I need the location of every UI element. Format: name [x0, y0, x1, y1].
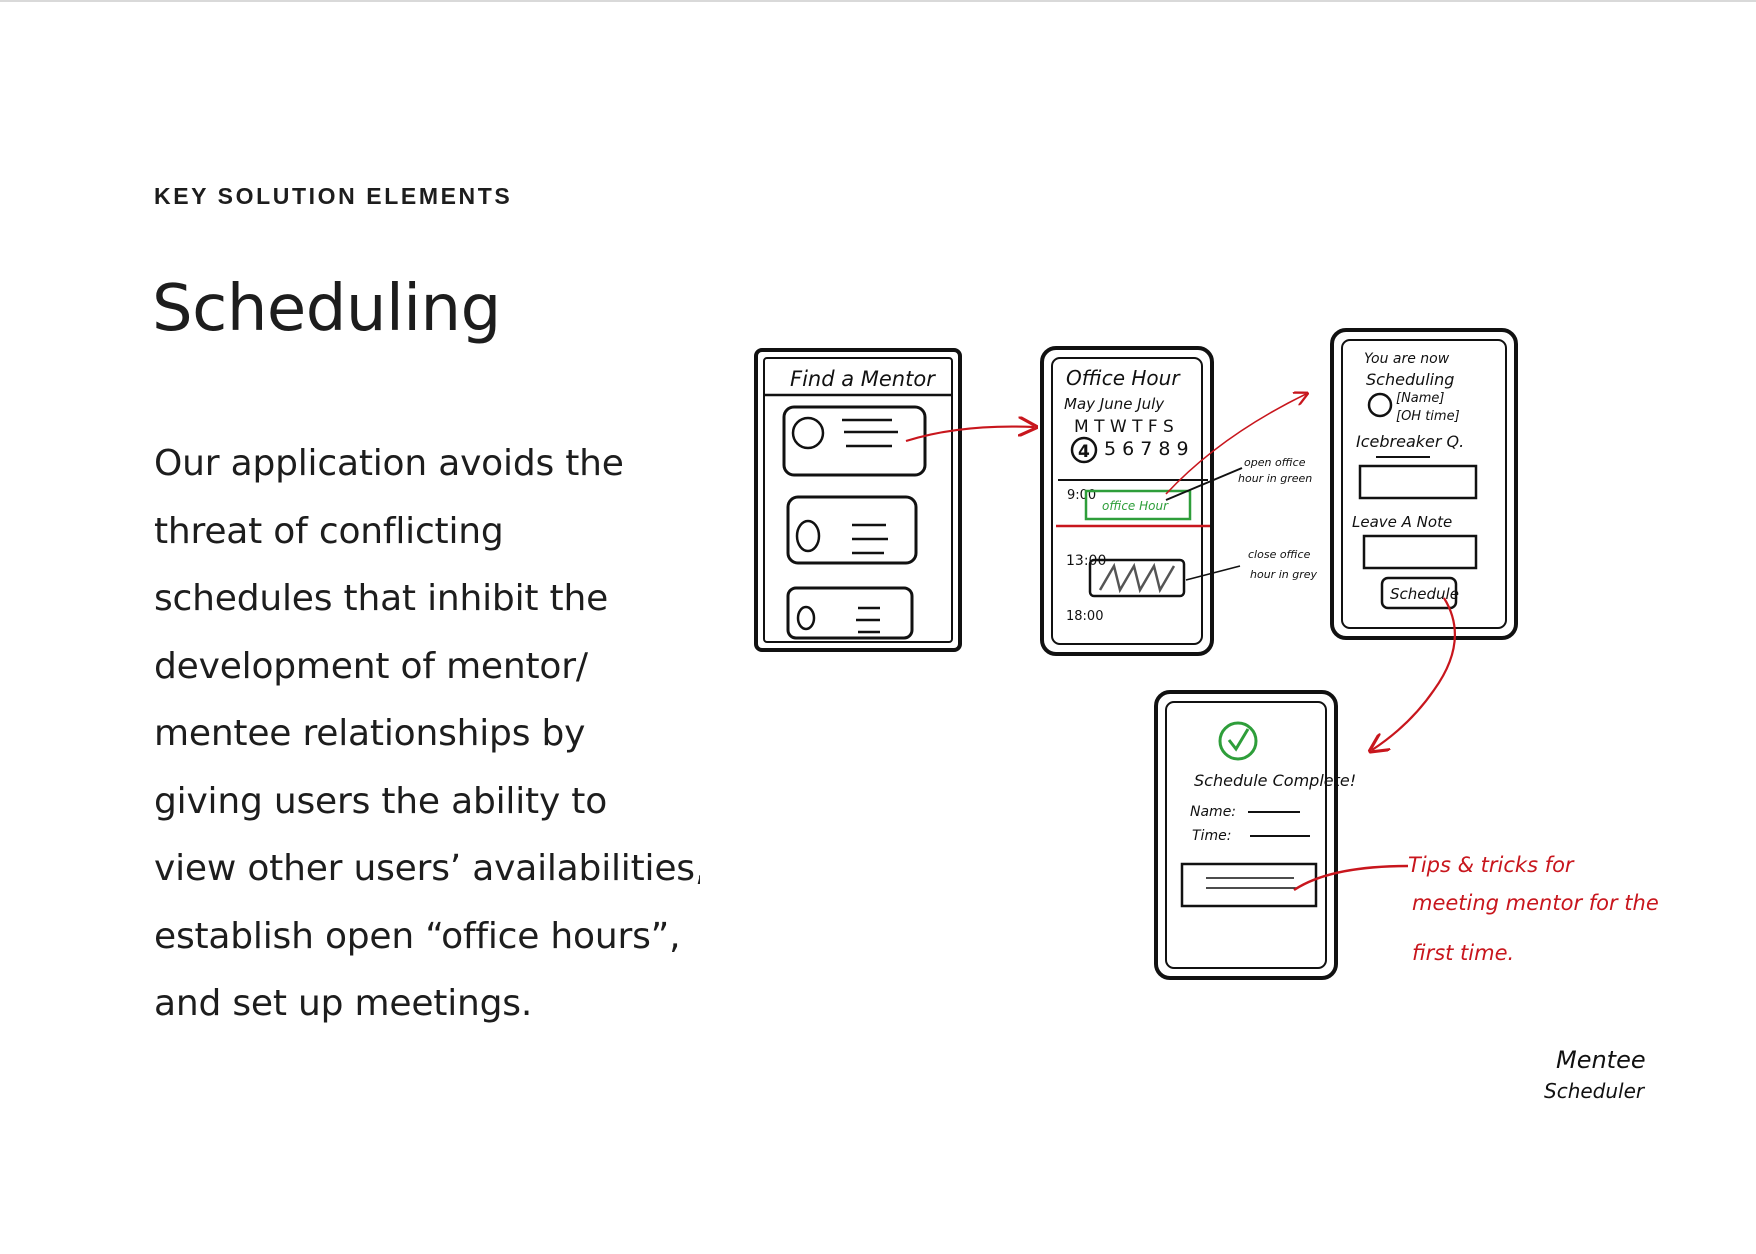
phone-screen-find-mentor: Find a Mentor: [754, 348, 962, 652]
annotation-pointer: [1293, 864, 1409, 892]
note-open: open office: [1244, 456, 1306, 469]
annotation-line: meeting mentor for the: [1412, 891, 1659, 915]
screen3-line: You are now: [1364, 351, 1450, 367]
icebreaker-label: Icebreaker Q.: [1356, 432, 1464, 451]
note-label: Leave A Note: [1352, 513, 1452, 531]
phone-screen-office-hour: Office Hour May June July M T W T F S 4 …: [1040, 346, 1317, 656]
flow-arrow: [1372, 597, 1456, 750]
screen3-line: [Name]: [1396, 391, 1445, 406]
slot-label: office Hour: [1102, 499, 1169, 513]
annotation-line: Tips & tricks for: [1408, 853, 1575, 877]
note-close: hour in grey: [1250, 568, 1317, 581]
tips-card: [1180, 862, 1318, 908]
date-row: 5 6 7 8 9: [1104, 438, 1189, 460]
time-slot-end: 18:00: [1066, 609, 1103, 624]
schedule-button-label: Schedule: [1390, 585, 1459, 603]
phone-screen-scheduling: You are now Scheduling [Name] [OH time] …: [1330, 328, 1518, 640]
note-open: hour in green: [1238, 472, 1312, 485]
mentor-card: [786, 586, 914, 640]
note-close: close office: [1248, 548, 1311, 561]
avatar-icon: [791, 416, 825, 450]
avatar-icon: [795, 519, 821, 553]
phone-screen-schedule-complete: Schedule Complete! Name: Time:: [1154, 690, 1356, 980]
signature-line: Scheduler: [1544, 1079, 1646, 1103]
time-label: Time:: [1192, 828, 1231, 844]
wireframe-sketch: Find a Mentor Office Hour May June July …: [754, 328, 1659, 1103]
screen2-title: Office Hour: [1066, 366, 1181, 390]
avatar-icon: [1367, 392, 1393, 418]
avatar-icon: [796, 605, 816, 631]
signature-line: Mentee: [1556, 1046, 1646, 1074]
annotation-line: first time.: [1412, 941, 1514, 965]
note-field: [1362, 534, 1478, 570]
screen3-line: Scheduling: [1366, 370, 1454, 389]
complete-title: Schedule Complete!: [1194, 771, 1356, 790]
mentor-card: [786, 495, 918, 565]
screen1-title: Find a Mentor: [790, 367, 936, 391]
icebreaker-field: [1358, 464, 1478, 500]
mentor-card: [782, 405, 927, 477]
check-circle-icon: [1218, 721, 1258, 761]
name-label: Name:: [1190, 804, 1236, 820]
month-tabs: May June July: [1064, 395, 1165, 413]
signature: Mentee Scheduler: [1544, 1046, 1646, 1103]
tips-annotation: Tips & tricks for meeting mentor for the…: [1408, 853, 1659, 965]
weekday-row: M T W T F S: [1074, 417, 1174, 437]
selected-date: 4: [1078, 442, 1090, 462]
screen3-line: [OH time]: [1396, 409, 1460, 424]
